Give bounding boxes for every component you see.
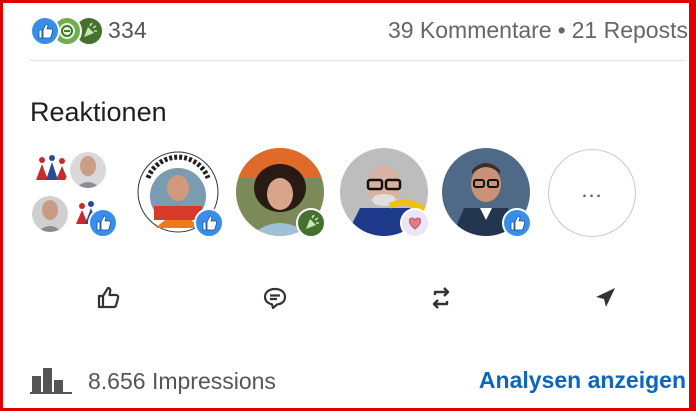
show-analytics-link[interactable]: Analysen anzeigen (479, 367, 686, 394)
reactor-avatar[interactable] (134, 148, 224, 238)
thumbs-up-icon (97, 286, 120, 309)
comment-action-button[interactable] (255, 280, 295, 316)
post-footer: 8.656 Impressions Analysen anzeigen (30, 360, 686, 400)
comments-count-link[interactable]: 39 Kommentare (388, 17, 552, 43)
like-action-button[interactable] (88, 280, 128, 316)
reactor-avatar[interactable] (340, 148, 430, 238)
reactor-avatar-list: ... (30, 148, 650, 240)
like-icon (194, 208, 224, 238)
reactor-avatar-group[interactable] (30, 148, 118, 238)
send-icon (596, 288, 615, 307)
more-reactions-button[interactable]: ... (548, 149, 636, 237)
reposts-count-link[interactable]: 21 Reposts (572, 17, 688, 43)
like-icon (88, 208, 118, 238)
engagement-stats: 39 Kommentare • 21 Reposts (388, 17, 688, 44)
divider (30, 60, 686, 61)
reactor-avatar[interactable] (236, 148, 326, 238)
impressions-count: 8.656 Impressions (88, 368, 276, 394)
comment-icon (263, 287, 287, 310)
bar-chart-icon (30, 368, 72, 394)
reactions-heading: Reaktionen (30, 97, 167, 127)
love-icon (400, 208, 430, 238)
repost-icon (432, 287, 450, 309)
celebrate-icon (296, 208, 326, 238)
send-action-button[interactable] (585, 280, 625, 316)
like-icon (502, 208, 532, 238)
reaction-icons[interactable] (30, 16, 105, 46)
social-counts-bar: 334 39 Kommentare • 21 Reposts (30, 14, 688, 48)
like-icon (30, 16, 60, 46)
repost-action-button[interactable] (421, 280, 461, 316)
reactor-avatar[interactable] (442, 148, 532, 238)
reaction-count[interactable]: 334 (108, 17, 147, 44)
stats-separator: • (557, 17, 566, 43)
